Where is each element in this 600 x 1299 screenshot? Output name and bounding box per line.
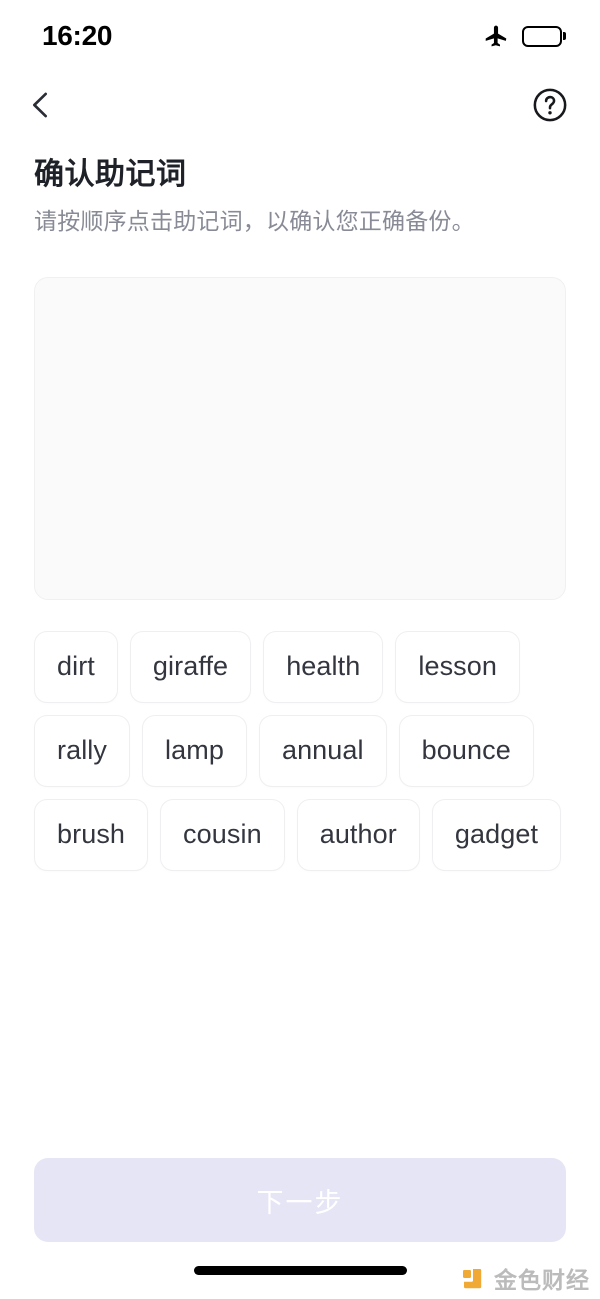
battery-low-power-icon — [522, 25, 566, 47]
help-button[interactable] — [531, 86, 569, 124]
chevron-left-icon — [24, 88, 58, 122]
status-bar: 16:20 — [0, 0, 600, 72]
word-chip[interactable]: brush — [34, 798, 149, 871]
word-chip[interactable]: lesson — [395, 630, 521, 703]
word-chip[interactable]: cousin — [160, 798, 285, 871]
selected-words-area[interactable] — [34, 276, 566, 600]
word-chip[interactable]: health — [263, 630, 384, 703]
word-chip[interactable]: rally — [34, 714, 131, 787]
word-pool: dirt giraffe health lesson rally lamp annual bo… — [34, 630, 566, 871]
word-chip[interactable]: bounce — [398, 714, 534, 787]
question-mark-circle-icon — [532, 87, 568, 123]
app-screen: 16:20 确认助记词 请按顺序点击助记词，以确认您正确备份。 dirt gir… — [0, 0, 600, 1299]
word-chip[interactable]: annual — [258, 714, 387, 787]
page-title: 确认助记词 — [34, 158, 187, 191]
back-button[interactable] — [24, 84, 66, 126]
layout-spacer — [0, 871, 600, 1158]
watermark-text: 金色财经 — [494, 1266, 590, 1293]
jinse-logo-icon — [462, 1267, 488, 1293]
word-chip[interactable]: gadget — [431, 798, 562, 871]
word-chip[interactable]: giraffe — [129, 630, 252, 703]
next-step-button[interactable]: 下一步 — [34, 1158, 566, 1242]
airplane-mode-icon — [483, 23, 509, 49]
status-bar-indicators — [483, 23, 566, 49]
navigation-bar — [0, 72, 600, 138]
bottom-bar: 金色财经 — [0, 1242, 600, 1299]
word-chip[interactable]: author — [296, 798, 420, 871]
header-block: 确认助记词 请按顺序点击助记词，以确认您正确备份。 — [0, 138, 600, 237]
status-bar-time: 16:20 — [42, 20, 113, 51]
word-chip[interactable]: lamp — [142, 714, 247, 787]
battery-body — [522, 25, 562, 47]
word-chip[interactable]: dirt — [34, 630, 118, 703]
home-indicator — [193, 1266, 407, 1275]
watermark: 金色财经 — [462, 1267, 590, 1293]
battery-cap — [563, 32, 566, 40]
page-subtitle: 请按顺序点击助记词，以确认您正确备份。 — [34, 207, 475, 234]
